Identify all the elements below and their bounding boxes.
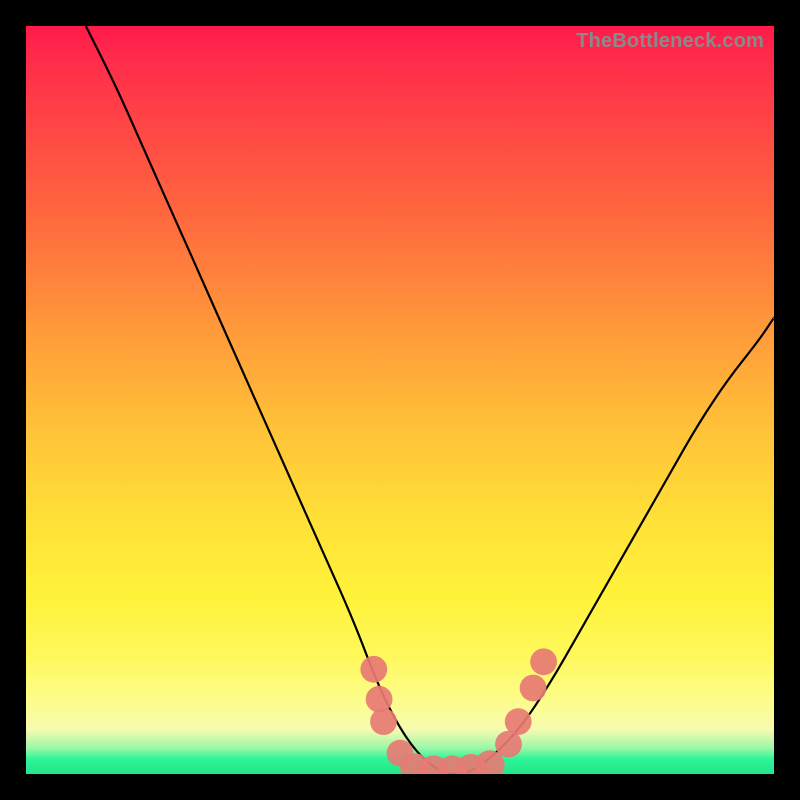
curve-marker: [360, 656, 387, 683]
plot-area: TheBottleneck.com: [26, 26, 774, 774]
curve-marker: [520, 675, 547, 702]
curve-marker: [505, 708, 532, 735]
curve-marker: [366, 686, 393, 713]
chart-frame: TheBottleneck.com: [0, 0, 800, 800]
curve-marker: [370, 708, 397, 735]
bottleneck-chart: [26, 26, 774, 774]
bottleneck-curve-path: [86, 26, 774, 774]
curve-markers: [360, 648, 557, 774]
curve-marker: [530, 648, 557, 675]
